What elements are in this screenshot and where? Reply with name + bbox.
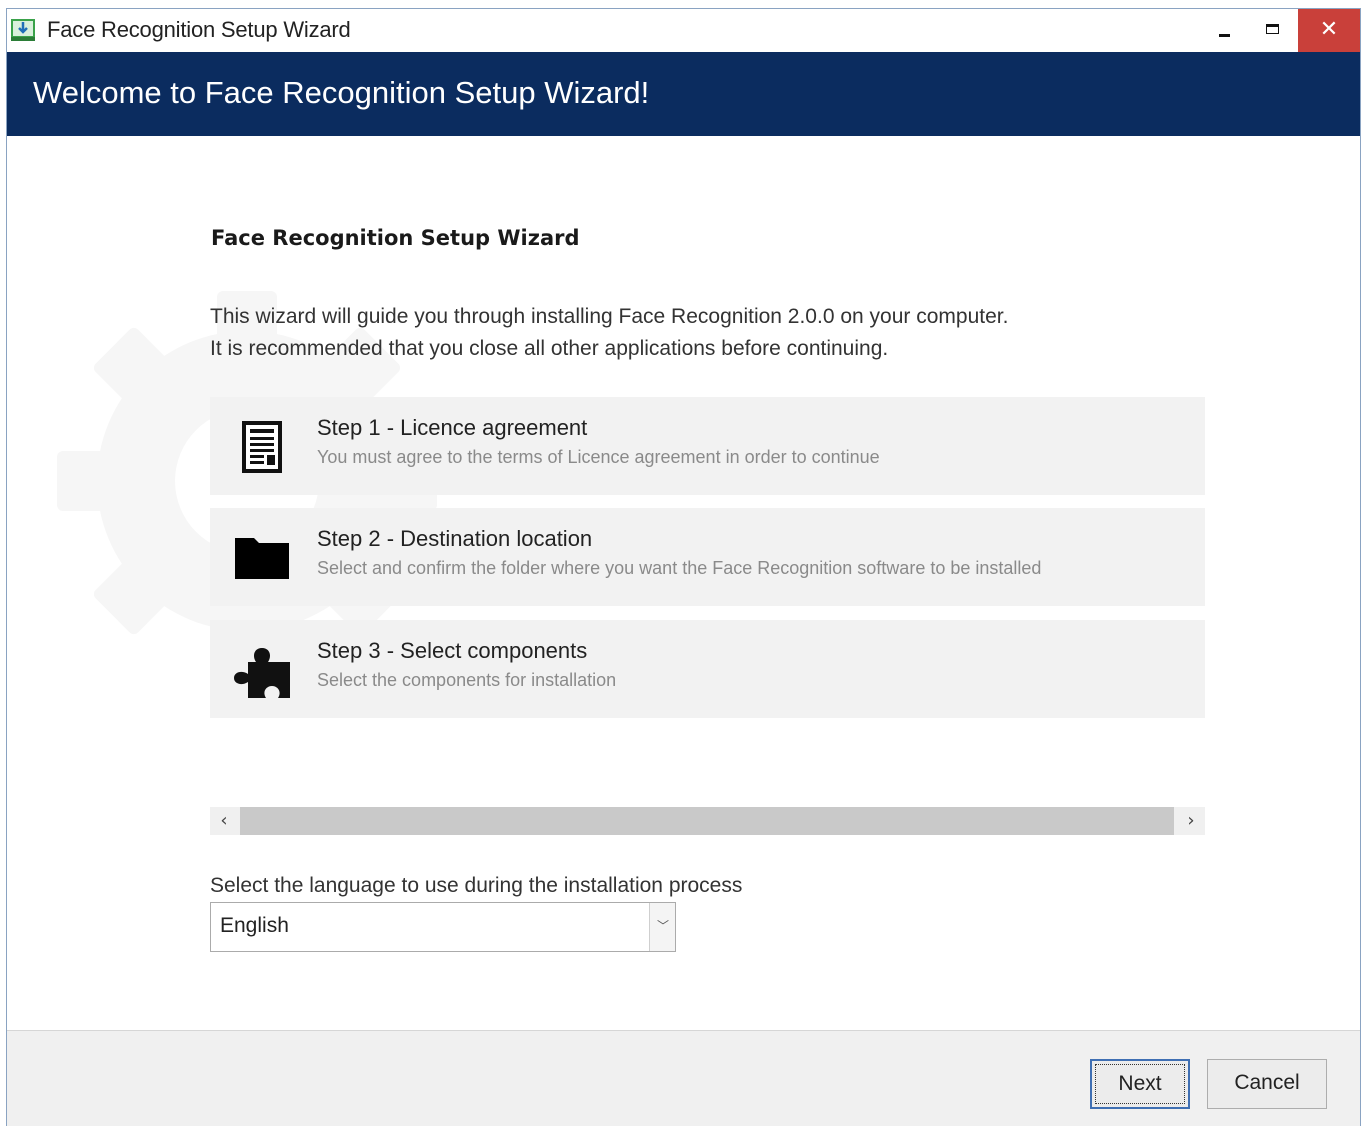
scrollbar-thumb[interactable] (240, 807, 1174, 835)
scroll-right-button[interactable]: › (1177, 810, 1205, 831)
step-2-title: Step 2 - Destination location (317, 526, 593, 551)
intro-line-1: This wizard will guide you through insta… (210, 305, 1009, 328)
step-select-components: Step 3 - Select components Select the co… (210, 620, 1205, 718)
step-1-title: Step 1 - Licence agreement (317, 415, 588, 440)
footer-bar: Next Cancel (7, 1030, 1360, 1126)
intro-line-2: It is recommended that you close all oth… (210, 337, 889, 360)
dropdown-button[interactable]: ﹀ (649, 903, 675, 951)
step-licence-agreement: Step 1 - Licence agreement You must agre… (210, 397, 1205, 495)
step-2-description: Select and confirm the folder where you … (317, 558, 1042, 578)
language-label: Select the language to use during the in… (210, 874, 743, 897)
horizontal-scrollbar[interactable]: ‹ › (210, 807, 1205, 835)
language-selected-value: English (220, 914, 289, 937)
folder-icon (235, 538, 289, 579)
cancel-button[interactable]: Cancel (1207, 1059, 1327, 1109)
minimize-button[interactable] (1202, 9, 1248, 52)
maximize-button[interactable] (1248, 9, 1294, 52)
puzzle-icon (234, 648, 290, 698)
document-icon (242, 421, 282, 473)
header-banner: Welcome to Face Recognition Setup Wizard… (7, 52, 1360, 136)
chevron-down-icon: ﹀ (657, 919, 670, 933)
title-bar[interactable]: Face Recognition Setup Wizard ✕ (7, 9, 1360, 52)
next-button[interactable]: Next (1090, 1059, 1190, 1109)
content-title: Face Recognition Setup Wizard (211, 226, 580, 250)
close-button[interactable]: ✕ (1298, 9, 1360, 52)
scroll-left-button[interactable]: ‹ (210, 810, 238, 831)
installer-icon (11, 19, 35, 41)
step-3-description: Select the components for installation (317, 670, 617, 690)
intro-text: This wizard will guide you through insta… (210, 301, 1008, 365)
step-3-title: Step 3 - Select components (317, 638, 588, 663)
step-destination-location: Step 2 - Destination location Select and… (210, 508, 1205, 606)
next-button-label: Next (1095, 1064, 1185, 1104)
language-select[interactable]: English ﹀ (210, 902, 676, 952)
minimize-icon (1219, 34, 1230, 37)
header-title: Welcome to Face Recognition Setup Wizard… (33, 75, 650, 110)
close-icon: ✕ (1319, 17, 1339, 42)
setup-wizard-window: Face Recognition Setup Wizard ✕ Welcome … (6, 8, 1361, 1126)
maximize-icon (1266, 24, 1279, 34)
window-title: Face Recognition Setup Wizard (47, 17, 351, 42)
step-1-description: You must agree to the terms of Licence a… (317, 447, 880, 467)
